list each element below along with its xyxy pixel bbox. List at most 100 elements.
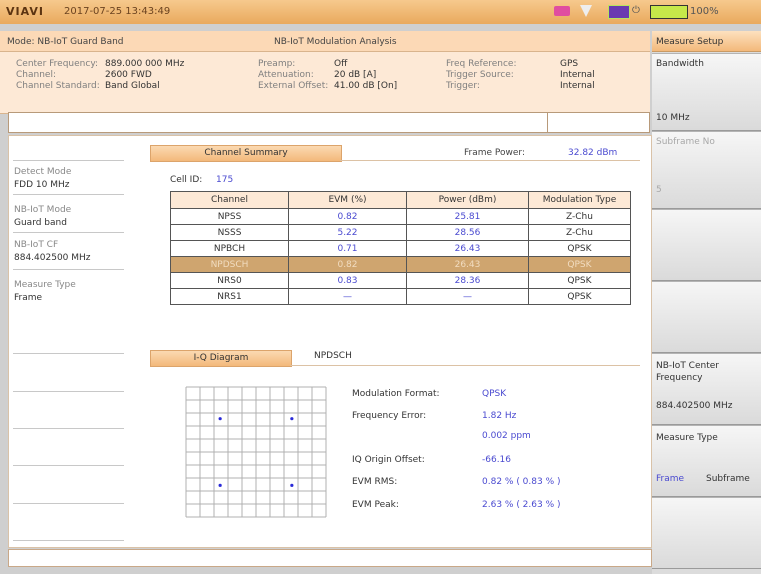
frequency-error-label: Frequency Error: [352, 411, 427, 421]
iq-symbol-point [290, 417, 294, 421]
frequency-error-value: 1.82 Hz [482, 411, 517, 421]
measure-type-option-frame[interactable]: Frame [656, 473, 684, 485]
center-frequency-value: 889.000 000 MHz [105, 59, 185, 69]
modulation-cell: QPSK [528, 240, 631, 257]
softkey-empty-1[interactable] [652, 209, 761, 281]
evm-peak-label: EVM Peak: [352, 500, 399, 510]
external-offset-value: 41.00 dB [On] [334, 81, 398, 91]
tab-channel-summary[interactable]: Channel Summary [150, 145, 342, 162]
page-title: NB-IoT Modulation Analysis [274, 37, 397, 47]
settings-col-3: Freq Reference: Trigger Source: Trigger: [446, 59, 517, 92]
divider [13, 269, 124, 270]
nbiot-mode-value: Guard band [14, 218, 67, 228]
channel-standard-value: Band Global [105, 81, 160, 91]
softkey-empty-3[interactable] [652, 497, 761, 569]
divider [13, 160, 124, 161]
attenuation-label: Attenuation: [258, 70, 314, 80]
evm-rms-value: 0.82 % ( 0.83 % ) [482, 477, 561, 487]
message-field[interactable] [8, 112, 650, 133]
channel-standard-label: Channel Standard: [16, 81, 100, 91]
warning-icon [580, 5, 592, 17]
divider [13, 391, 124, 392]
table-row[interactable]: NSSS 5.22 28.56 Z-Chu [170, 224, 631, 241]
iq-origin-offset-value: -66.16 [482, 455, 512, 465]
external-offset-label: External Offset: [258, 81, 329, 91]
trigger-source-value: Internal [560, 70, 595, 80]
measure-setup-title: Measure Setup [656, 37, 724, 47]
settings-col-2: Preamp: Attenuation: External Offset: [258, 59, 328, 92]
attenuation-value: 20 dB [A] [334, 70, 377, 80]
power-cell: 28.36 [406, 272, 529, 289]
softkey-empty-2[interactable] [652, 281, 761, 353]
table-row[interactable]: NRS0 0.83 28.36 QPSK [170, 272, 631, 289]
divider [13, 540, 124, 541]
signal-icon [554, 6, 570, 16]
evm-cell: — [288, 288, 407, 305]
modulation-cell: QPSK [528, 288, 631, 305]
evm-cell: 0.82 [288, 256, 407, 273]
power-cell: 25.81 [406, 208, 529, 225]
nbiot-cf-label: NB-IoT CF [14, 240, 59, 250]
iq-symbol-point [218, 483, 222, 487]
evm-cell: 0.71 [288, 240, 407, 257]
column-header-modulation: Modulation Type [528, 191, 631, 209]
iq-constellation-plot [185, 386, 327, 518]
modulation-cell: QPSK [528, 272, 631, 289]
settings-col-1: Center Frequency: Channel: Channel Stand… [16, 59, 100, 92]
table-row[interactable]: NPBCH 0.71 26.43 QPSK [170, 240, 631, 257]
message-divider [547, 112, 548, 132]
bandwidth-label: Bandwidth [656, 59, 704, 69]
channel-cell: NPSS [170, 208, 289, 225]
modulation-cell: QPSK [528, 256, 631, 273]
iq-symbol-point [290, 483, 294, 487]
channel-cell: NPDSCH [170, 256, 289, 273]
evm-peak-value: 2.63 % ( 2.63 % ) [482, 500, 561, 510]
iq-channel-label: NPDSCH [314, 351, 352, 361]
measure-type-option-subframe[interactable]: Subframe [706, 473, 750, 485]
iq-origin-offset-label: IQ Origin Offset: [352, 455, 425, 465]
column-header-evm: EVM (%) [288, 191, 407, 209]
settings-col-1-values: 889.000 000 MHz 2600 FWD Band Global [105, 59, 184, 92]
table-row-selected[interactable]: NPDSCH 0.82 26.43 QPSK [170, 256, 631, 273]
modulation-cell: Z-Chu [528, 224, 631, 241]
evm-cell: 0.83 [288, 272, 407, 289]
preamp-label: Preamp: [258, 59, 296, 69]
freq-reference-value: GPS [560, 59, 579, 69]
evm-rms-label: EVM RMS: [352, 477, 398, 487]
usb-icon: ⏻ [632, 5, 640, 16]
divider [13, 232, 124, 233]
detect-mode-value: FDD 10 MHz [14, 180, 70, 190]
settings-col-2-values: Off 20 dB [A] 41.00 dB [On] [334, 59, 397, 92]
frame-power-label: Frame Power: [464, 148, 525, 158]
gps-icon [608, 5, 630, 19]
column-header-power: Power (dBm) [406, 191, 529, 209]
cell-id-value: 175 [216, 175, 234, 185]
power-cell: 26.43 [406, 240, 529, 257]
channel-cell: NPBCH [170, 240, 289, 257]
status-message-bar [8, 549, 652, 567]
frequency-error-ppm-value: 0.002 ppm [482, 431, 531, 441]
modulation-format-value: QPSK [482, 389, 507, 399]
table-row[interactable]: NRS1 — — QPSK [170, 288, 631, 305]
evm-cell: 5.22 [288, 224, 407, 241]
subframe-no-value: 5 [656, 185, 662, 195]
channel-label: Channel: [16, 70, 56, 80]
tab-iq-diagram[interactable]: I-Q Diagram [150, 350, 292, 367]
cell-id-label: Cell ID: [170, 175, 203, 185]
datetime: 2017-07-25 13:43:49 [64, 6, 171, 17]
table-row[interactable]: NPSS 0.82 25.81 Z-Chu [170, 208, 631, 225]
divider [13, 353, 124, 354]
brand-logo: VIAVI [6, 5, 44, 18]
channel-value: 2600 FWD [105, 70, 152, 80]
measure-type-softkey-label: Measure Type [656, 433, 718, 443]
trigger-label: Trigger: [446, 81, 480, 91]
measure-type-label: Measure Type [14, 280, 76, 290]
power-cell: — [406, 288, 529, 305]
trigger-value: Internal [560, 81, 595, 91]
tab-underline [290, 365, 640, 366]
channel-summary-table: Channel EVM (%) Power (dBm) Modulation T… [170, 191, 631, 305]
center-frequency-label: Center Frequency: [16, 59, 99, 69]
nbiot-cf-value: 884.402500 MHz [14, 253, 91, 263]
channel-cell: NRS0 [170, 272, 289, 289]
detect-mode-label: Detect Mode [14, 167, 72, 177]
